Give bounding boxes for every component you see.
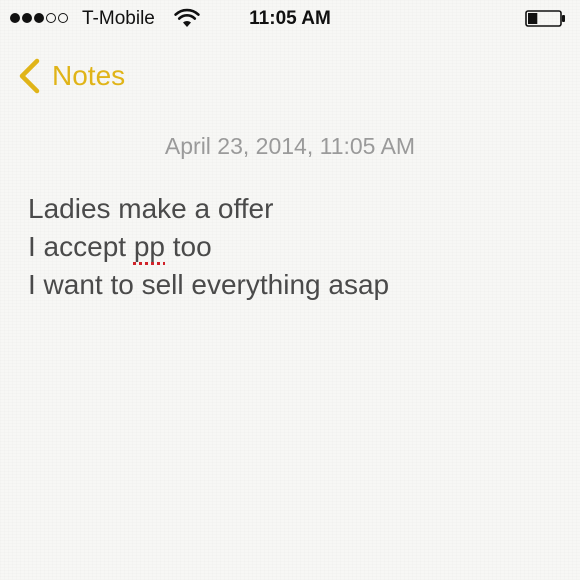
- note-text: Ladies make a offer: [28, 193, 274, 224]
- misspelled-word[interactable]: pp: [134, 231, 165, 262]
- note-date: April 23, 2014, 11:05 AM: [164, 133, 416, 159]
- note-line: I accept pp too: [28, 228, 568, 266]
- battery-icon: [525, 10, 565, 27]
- status-bar: T-Mobile 11:05 AM: [0, 0, 580, 38]
- note-text: I want to sell everything asap: [28, 269, 390, 300]
- note-line: I want to sell everything asap: [28, 266, 568, 304]
- battery-level-fill: [528, 13, 538, 24]
- back-button-label: Notes: [52, 60, 126, 91]
- status-time: 11:05 AM: [249, 8, 331, 29]
- back-chevron-icon: [19, 58, 40, 94]
- note-body[interactable]: Ladies make a offer I accept pp too I wa…: [28, 190, 568, 304]
- back-button[interactable]: Notes: [16, 55, 125, 97]
- note-text: too: [165, 231, 212, 262]
- note-line: Ladies make a offer: [28, 190, 568, 228]
- note-text: I accept: [28, 231, 134, 262]
